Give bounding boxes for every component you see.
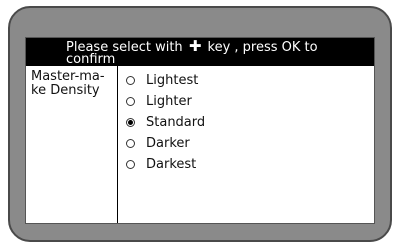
option-label: Darkest	[146, 157, 197, 172]
option-darker[interactable]: Darker	[126, 133, 205, 154]
radio-icon[interactable]	[126, 160, 135, 169]
lcd-screen: Please select with ✚ key , press OK to c…	[25, 37, 375, 224]
option-label: Lightest	[146, 73, 199, 88]
plus-icon: ✚	[188, 37, 202, 55]
option-label: Lighter	[146, 94, 192, 109]
radio-icon[interactable]	[126, 76, 135, 85]
option-darkest[interactable]: Darkest	[126, 154, 205, 175]
radio-icon[interactable]	[126, 97, 135, 106]
option-standard[interactable]: Standard	[126, 112, 205, 133]
instruction-suffix: key , press OK to	[207, 40, 318, 55]
instruction-line-2: confirm	[66, 52, 116, 67]
option-label: Standard	[146, 115, 206, 130]
radio-icon[interactable]	[126, 139, 135, 148]
density-options: Lightest Lighter Standard Darker Darkest	[126, 70, 205, 175]
setting-label: Master-ma-ke Density	[31, 69, 105, 98]
option-lighter[interactable]: Lighter	[126, 91, 205, 112]
instruction-header: Please select with ✚ key , press OK to c…	[26, 38, 374, 66]
option-label: Darker	[146, 136, 190, 151]
radio-selected-icon[interactable]	[126, 118, 135, 127]
option-lightest[interactable]: Lightest	[126, 70, 205, 91]
setting-label-column: Master-ma-ke Density	[26, 66, 118, 223]
